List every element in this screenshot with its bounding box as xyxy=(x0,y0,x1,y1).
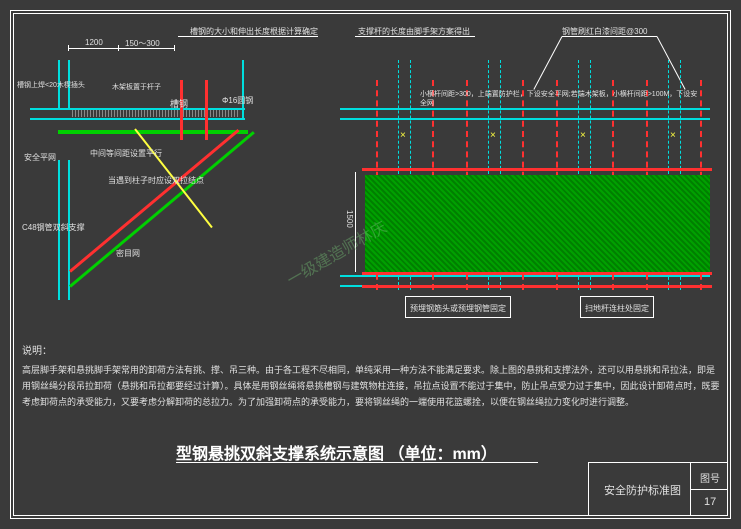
embed-note: 预埋钢筋头或预埋钢管固定 xyxy=(410,304,506,313)
x-mark: × xyxy=(670,130,676,141)
floor-slab-bot xyxy=(30,118,245,120)
desc-body: 高层脚手架和悬挑脚手架常用的卸荷方法有挑、撑、吊三种。由于各工程不尽相同，单纯采… xyxy=(22,362,722,411)
channel-steel-beam xyxy=(58,130,248,134)
c48-brace-label: C48钢管双斜支撑 xyxy=(22,222,85,233)
sheet-label: 图号 xyxy=(700,470,720,485)
drawing-name: 安全防护标准图 xyxy=(604,482,681,498)
safety-net-area xyxy=(365,175,710,273)
double-tie-label: 当遇到柱子时应设双拉结点 xyxy=(108,175,204,186)
sheet-num: 17 xyxy=(704,496,716,508)
x-mark: × xyxy=(400,130,406,141)
titleblock-left xyxy=(588,462,589,516)
sweep-note-box: 扫地杆连柱处固定 xyxy=(580,296,654,318)
wedge-note: 槽钢上焊<20木楔插头 xyxy=(17,80,85,90)
elev-floor-top2 xyxy=(340,118,710,120)
dim-line-v xyxy=(355,172,356,272)
phi16-label: Φ16圆钢 xyxy=(222,95,253,106)
slab-edge xyxy=(242,60,244,120)
dim-tick xyxy=(174,45,175,51)
mid-parallel-label: 中间等间距设置平行 xyxy=(90,148,162,159)
dim-150-300: 150～300 xyxy=(125,38,160,49)
ledger xyxy=(362,272,712,275)
dim-tick xyxy=(118,45,119,51)
cad-canvas: 1200 150～300 槽钢的大小和伸出长度根据计算确定 支撑杆的长度由脚手架… xyxy=(0,0,741,529)
channel-steel-label: 槽钢 xyxy=(170,97,188,110)
scaffold-pole xyxy=(180,80,183,140)
dim-tick xyxy=(68,45,69,51)
desc-heading: 说明： xyxy=(22,342,52,357)
embed-note-box: 预埋钢筋头或预埋钢管固定 xyxy=(405,296,511,318)
note-brace-length: 支撑杆的长度由脚手架方案得出 xyxy=(358,26,470,37)
ledger-note: 小横杆间距>300，上端置防护栏，下设安全平网;若端木架板，小横杆间距>100M… xyxy=(420,90,700,108)
scaffold-pole xyxy=(205,80,208,140)
titleblock-hdiv xyxy=(690,489,728,490)
wood-note: 木架板置于杆子 xyxy=(112,82,161,92)
note-tube-paint: 钢管刷红白漆间距@300 xyxy=(562,26,647,37)
dim-1500: 1500 xyxy=(345,210,354,228)
dim-1200: 1200 xyxy=(85,38,103,47)
sweep-note: 扫地杆连柱处固定 xyxy=(585,304,649,313)
x-mark: × xyxy=(580,130,586,141)
main-title: 型钢悬挑双斜支撑系统示意图 （单位：mm） xyxy=(176,440,497,464)
ledger xyxy=(362,168,712,171)
slab-hatch xyxy=(72,110,240,117)
titleblock-top xyxy=(588,462,728,463)
safety-net-label: 安全平网 xyxy=(24,152,56,163)
elev-floor-bot xyxy=(340,275,710,277)
note-cantilever: 槽钢的大小和伸出长度根据计算确定 xyxy=(190,26,318,37)
x-mark: × xyxy=(490,130,496,141)
ledger-bottom xyxy=(362,285,712,288)
dense-net-label: 密目网 xyxy=(116,248,140,259)
elev-floor-top xyxy=(340,108,710,110)
